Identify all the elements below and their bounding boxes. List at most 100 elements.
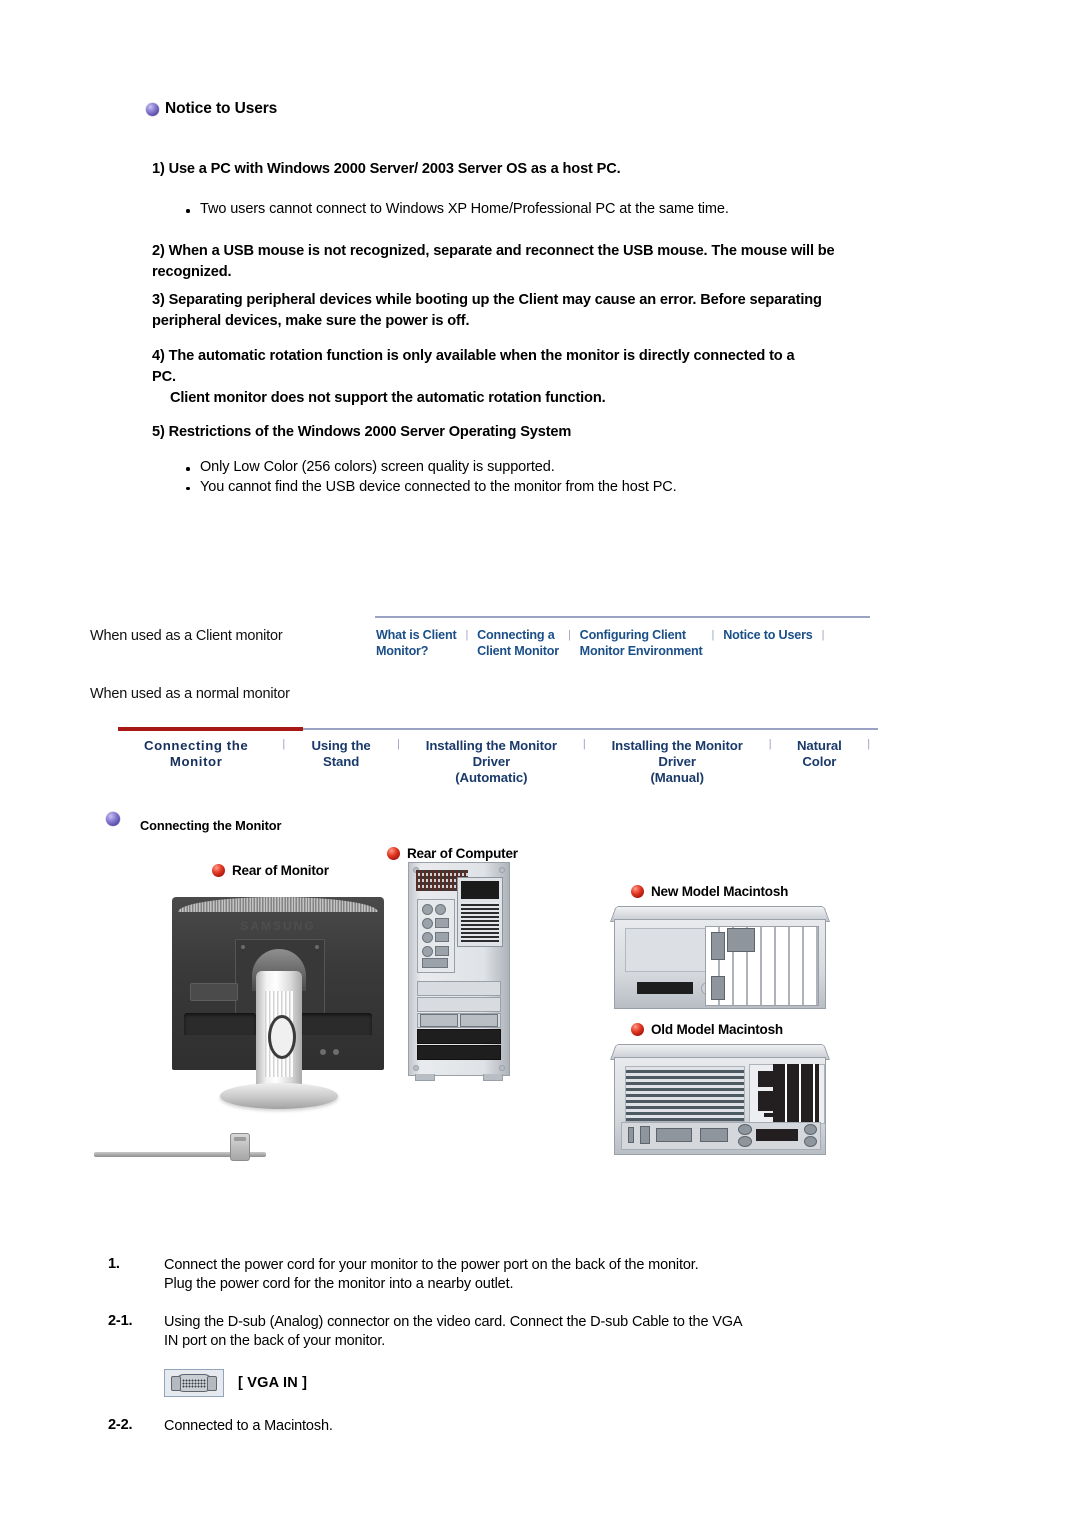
tower-power-supply	[457, 877, 503, 947]
macintosh-round-port	[738, 1124, 752, 1135]
tower-slot	[417, 1045, 501, 1060]
step-2-1: 2-1. Using the D-sub (Analog) connector …	[108, 1313, 898, 1352]
tower-foot	[483, 1074, 503, 1081]
step-number: 2-2.	[108, 1417, 133, 1434]
label-rear-of-monitor: Rear of Monitor	[212, 863, 329, 878]
tower-foot	[415, 1074, 435, 1081]
old-macintosh-illustration	[610, 1042, 830, 1160]
vga-in-callout: [ VGA IN ]	[164, 1369, 898, 1398]
monitor-port-block	[190, 983, 238, 1001]
monitor-stand-cable-hole	[268, 1015, 296, 1059]
label-old-model-macintosh: Old Model Macintosh	[631, 1022, 783, 1037]
monitor-rear-illustration: SAMSUNG	[172, 887, 384, 1127]
nav-link-installing-the-monitor-driver-manual[interactable]: Installing the Monitor Driver (Manual)	[594, 738, 761, 786]
label-new-model-macintosh: New Model Macintosh	[631, 884, 788, 899]
normal-monitor-nav: Connecting the Monitor | Using the Stand…	[118, 727, 878, 788]
tower-slot	[417, 997, 501, 1012]
computer-tower-rear-illustration	[408, 862, 510, 1081]
notice-item-3-title: 3) Separating peripheral devices while b…	[152, 292, 822, 329]
red-sphere-bullet-icon	[631, 885, 644, 898]
nav-separator: |	[867, 738, 870, 750]
macintosh-port	[640, 1126, 650, 1144]
macintosh-rear-face	[614, 919, 826, 1009]
tower-slot	[417, 1029, 501, 1044]
nav-link-using-the-stand[interactable]: Using the Stand	[293, 738, 389, 770]
nav-link-natural-color[interactable]: Natural Color	[779, 738, 859, 770]
vga-screw-left-icon	[171, 1375, 181, 1391]
vga-pins	[182, 1378, 206, 1388]
macintosh-dvi-port	[711, 932, 725, 960]
step-text: Connect the power cord for your monitor …	[164, 1257, 699, 1293]
monitor-cable-slot-left	[184, 1013, 256, 1035]
macintosh-round-port	[804, 1124, 817, 1135]
step-number: 1.	[108, 1256, 120, 1272]
macintosh-drive-bay	[637, 982, 693, 994]
tower-psu-grille	[461, 902, 499, 942]
step-text: Connected to a Macintosh.	[164, 1418, 333, 1435]
tower-slot	[417, 981, 501, 996]
tower-video-card-port	[420, 1014, 458, 1027]
macintosh-port-opening	[756, 1129, 798, 1141]
label-text: Rear of Computer	[407, 846, 518, 861]
monitor-brand-text: SAMSUNG	[240, 919, 316, 933]
step-text: Using the D-sub (Analog) connector on th…	[164, 1313, 743, 1349]
tower-expansion-slots	[417, 981, 501, 1063]
nav-separator: |	[711, 629, 715, 641]
nav-link-connecting-the-monitor[interactable]: Connecting the Monitor	[118, 738, 274, 770]
step-number: 2-1.	[108, 1312, 133, 1329]
red-sphere-bullet-icon	[212, 864, 225, 877]
step-2-2: 2-2. Connected to a Macintosh.	[108, 1417, 898, 1436]
nav-separator: |	[282, 738, 286, 750]
macintosh-vent-grille	[625, 1066, 745, 1122]
list-item: Only Low Color (256 colors) screen quali…	[180, 458, 880, 478]
section-heading: Connecting the Monitor	[106, 812, 281, 833]
red-sphere-bullet-icon	[387, 847, 400, 860]
client-monitor-nav: When used as a Client monitor When used …	[90, 616, 880, 725]
list-item: Two users cannot connect to Windows XP H…	[180, 200, 880, 220]
macintosh-port-bar	[621, 1122, 821, 1150]
notice-item-5-title: 5) Restrictions of the Windows 2000 Serv…	[152, 424, 572, 440]
step-1: 1. Connect the power cord for your monit…	[108, 1256, 898, 1295]
vga-connector-icon	[164, 1369, 224, 1398]
nav-link-notice-to-users[interactable]: Notice to Users	[723, 628, 813, 644]
power-cable-plug	[230, 1133, 250, 1161]
notice-item-4: 4) The automatic rotation function is on…	[152, 346, 812, 409]
macintosh-round-port	[738, 1136, 752, 1147]
tower-video-card-port	[460, 1014, 498, 1027]
tower-screw	[499, 867, 505, 873]
monitor-cable-slot-right	[300, 1013, 372, 1035]
notice-heading-text: Notice to Users	[165, 100, 278, 117]
macintosh-port	[628, 1127, 634, 1143]
monitor-base	[220, 1083, 338, 1109]
notice-item-1-bullets: Two users cannot connect to Windows XP H…	[180, 200, 880, 220]
macintosh-round-port	[804, 1136, 817, 1147]
nav-link-installing-the-monitor-driver-automatic[interactable]: Installing the Monitor Driver (Automatic…	[408, 738, 575, 786]
monitor-screw-dots	[320, 1049, 344, 1055]
normal-monitor-nav-links: Connecting the Monitor | Using the Stand…	[118, 738, 878, 786]
nav-link-connecting-a-client-monitor[interactable]: Connecting a Client Monitor	[477, 628, 559, 659]
notice-heading: Notice to Users	[146, 100, 906, 118]
macintosh-dvi-port	[656, 1128, 692, 1142]
red-sphere-bullet-icon	[631, 1023, 644, 1036]
connection-diagram: Rear of Monitor Rear of Computer New Mod…	[80, 840, 1000, 1240]
vga-screw-right-icon	[207, 1375, 217, 1391]
notice-item-4-subtitle: Client monitor does not support the auto…	[170, 389, 606, 406]
notice-item-1-title: 1) Use a PC with Windows 2000 Server/ 20…	[152, 161, 621, 177]
nav-link-what-is-client-monitor[interactable]: What is Client Monitor?	[376, 628, 457, 659]
nav-divider-rule	[375, 616, 870, 618]
nav-separator: |	[582, 738, 586, 750]
tower-psu-fan	[461, 881, 499, 899]
notice-section: Notice to Users 1) Use a PC with Windows…	[146, 100, 906, 495]
macintosh-rear-face	[614, 1057, 826, 1155]
vga-in-label: [ VGA IN ]	[238, 1375, 308, 1392]
monitor-vent-grille	[178, 897, 378, 912]
nav-link-configuring-client-monitor-environment[interactable]: Configuring Client Monitor Environment	[580, 628, 703, 659]
purple-sphere-bullet-icon	[106, 812, 120, 826]
macintosh-port	[711, 976, 725, 1000]
nav-separator: |	[397, 738, 400, 750]
client-monitor-nav-links: What is Client Monitor? | Connecting a C…	[376, 628, 833, 659]
notice-item-4-title: 4) The automatic rotation function is on…	[152, 348, 795, 385]
label-rear-of-computer: Rear of Computer	[387, 846, 518, 861]
nav2-active-accent-bar	[118, 727, 303, 731]
tower-screw	[499, 1065, 505, 1071]
